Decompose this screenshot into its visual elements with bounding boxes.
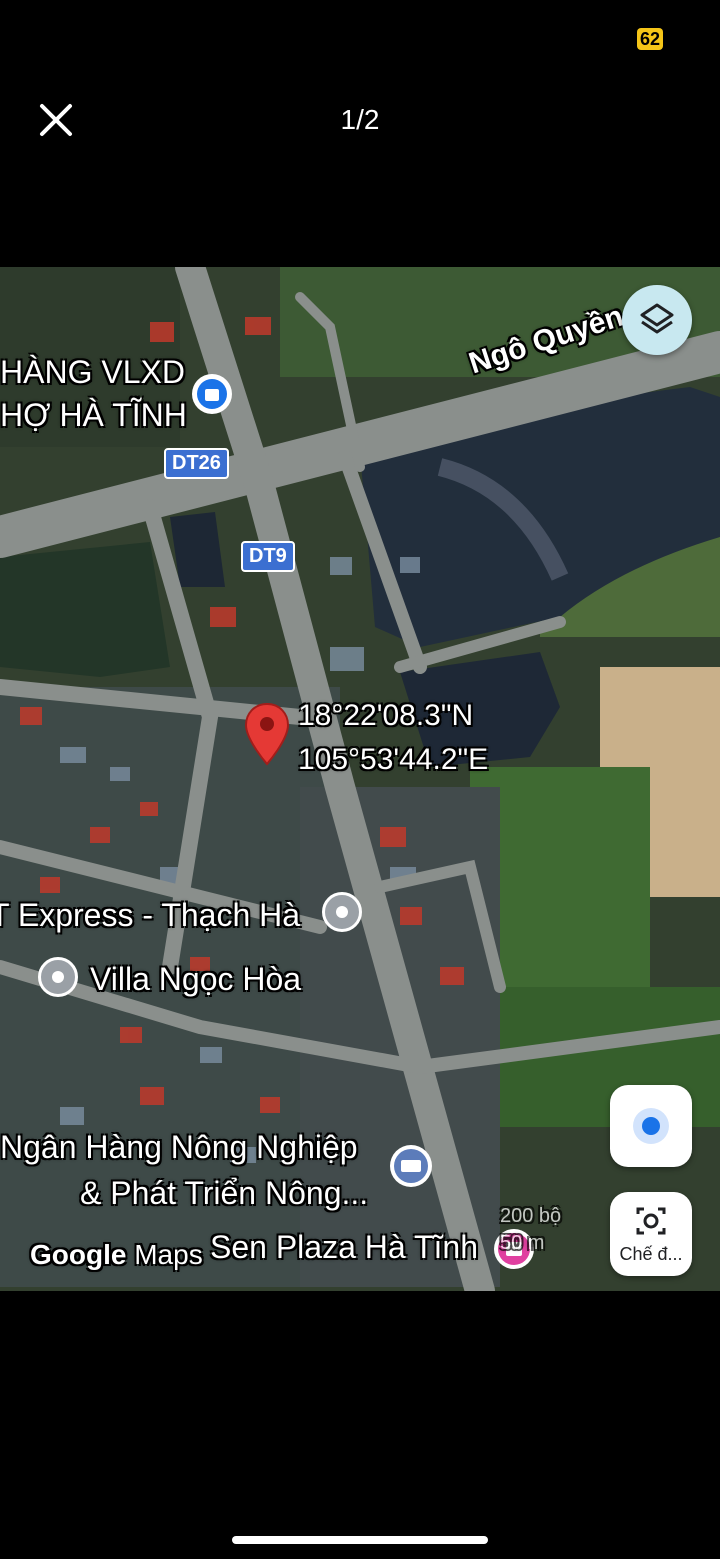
bank-icon[interactable]	[390, 1145, 432, 1187]
scale-line1: 200 bộ	[500, 1205, 562, 1227]
status-badge: 62	[637, 28, 663, 50]
lens-button[interactable]: Chế đ...	[610, 1192, 692, 1276]
shopping-bag-icon[interactable]	[192, 374, 232, 414]
page-counter: 1/2	[340, 104, 380, 135]
coordinate-latitude: 18°22'08.3"N	[298, 699, 474, 732]
place-label-plaza: Sen Plaza Hà Tĩnh	[210, 1229, 479, 1265]
road-shield-dt9: DT9	[241, 541, 295, 572]
google-wordmark: Google	[30, 1239, 127, 1270]
place-marker-icon[interactable]	[38, 957, 78, 997]
scale-line2: 50 m	[500, 1232, 545, 1254]
my-location-button[interactable]	[610, 1085, 692, 1167]
store-label-line1: HÀNG VLXD	[0, 354, 185, 390]
location-dot-icon	[633, 1108, 669, 1144]
lens-icon	[636, 1207, 666, 1235]
map-pin-icon	[244, 702, 290, 766]
place-label-bank-line1: Ngân Hàng Nông Nghiệp	[0, 1129, 358, 1165]
place-marker-icon[interactable]	[322, 892, 362, 932]
lens-label: Chế đ...	[619, 1244, 683, 1264]
store-label-line2: HỢ HÀ TĨNH	[0, 397, 187, 433]
place-label-villa: Villa Ngọc Hòa	[90, 961, 302, 997]
location-pin[interactable]	[244, 702, 290, 766]
layers-button[interactable]	[622, 285, 692, 355]
map-scale: 200 bộ 50 m	[500, 1205, 596, 1255]
place-label-bank-line2: & Phát Triển Nông...	[80, 1175, 369, 1211]
place-label-express: T Express - Thạch Hà	[0, 897, 301, 933]
maps-wordmark: Maps	[134, 1239, 203, 1270]
road-shield-dt26: DT26	[164, 448, 229, 479]
google-maps-logo: Google Maps	[30, 1239, 203, 1271]
map-screenshot-image[interactable]: HÀNG VLXD HỢ HÀ TĨNH Ngô Quyền DT26 DT9 …	[0, 267, 720, 1291]
coordinate-longitude: 105°53'44.2"E	[298, 743, 489, 776]
home-indicator[interactable]	[232, 1536, 488, 1544]
layers-icon	[640, 303, 674, 334]
